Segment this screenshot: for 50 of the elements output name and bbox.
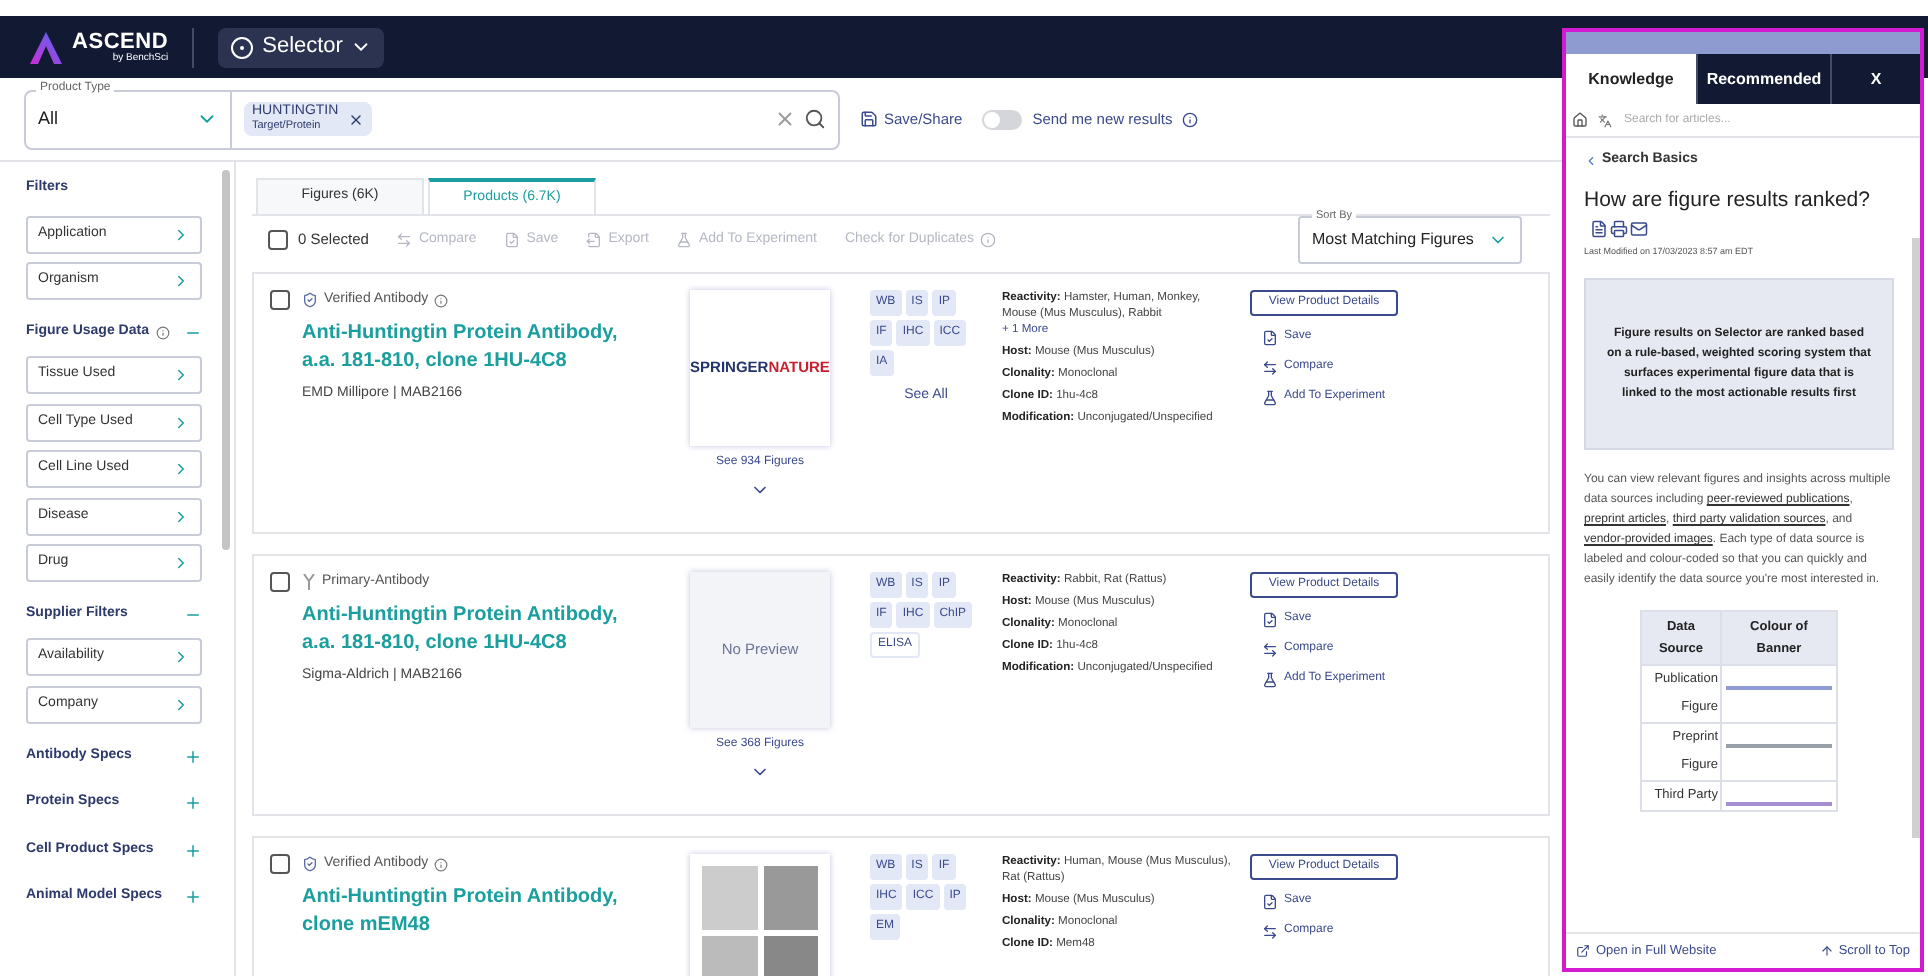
panel-tab[interactable]: Knowledge <box>1566 54 1698 104</box>
flask-icon <box>1262 671 1278 687</box>
antibody-icon <box>302 574 316 591</box>
checkbox[interactable] <box>270 290 290 310</box>
logo-icon <box>28 29 64 65</box>
save-icon <box>860 110 878 128</box>
flask-icon <box>1262 389 1278 405</box>
search-icon[interactable] <box>804 108 826 130</box>
verified-icon <box>302 292 318 309</box>
app-switcher[interactable]: Selector <box>218 27 385 67</box>
article-title: How are figure results ranked? <box>1584 187 1872 211</box>
arrows-icon <box>1262 641 1278 657</box>
chevron-icon <box>172 554 190 572</box>
logo-wordmark: ASCEND <box>72 31 169 53</box>
info-icon <box>1182 111 1199 127</box>
verified-icon <box>302 856 318 873</box>
checkbox[interactable] <box>268 230 288 250</box>
chevron-icon <box>172 413 190 431</box>
chevron-icon <box>172 366 190 384</box>
pdf-icon[interactable] <box>1590 219 1608 237</box>
home-icon[interactable] <box>1572 112 1588 128</box>
export-icon <box>586 232 603 248</box>
chevron-icon <box>172 695 190 713</box>
arrows-icon <box>1262 359 1278 375</box>
arrows-icon <box>1262 923 1278 939</box>
close-button[interactable]: X <box>1832 54 1920 104</box>
chevron-icon <box>172 272 190 290</box>
arrow-up-icon <box>1820 944 1835 958</box>
clear-icon[interactable] <box>774 108 796 130</box>
chevron-icon <box>172 507 190 525</box>
document-check-icon <box>504 232 521 248</box>
document-check-icon <box>1262 329 1278 345</box>
chevron-icon <box>172 648 190 666</box>
document-check-icon <box>1262 893 1278 909</box>
mail-icon[interactable] <box>1630 219 1648 237</box>
flask-icon <box>676 232 693 248</box>
print-icon[interactable] <box>1610 219 1628 237</box>
external-link-icon <box>1576 944 1590 958</box>
chevron-icon <box>172 225 190 243</box>
remove-icon[interactable] <box>348 111 365 127</box>
back-icon <box>1584 153 1598 168</box>
checkbox[interactable] <box>270 854 290 874</box>
translate-icon[interactable] <box>1598 113 1612 127</box>
document-check-icon <box>1262 611 1278 627</box>
arrows-icon <box>396 232 413 248</box>
checkbox[interactable] <box>270 572 290 592</box>
info-icon <box>980 232 997 248</box>
toggle-switch[interactable] <box>982 109 1023 129</box>
chevron-icon <box>172 460 190 478</box>
app-icon <box>230 35 255 59</box>
